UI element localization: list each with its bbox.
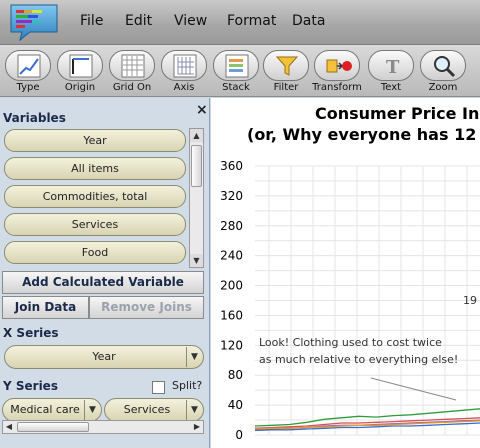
tool-transform[interactable]: Transform [312, 47, 362, 95]
tool-grid-on[interactable]: Grid On [107, 47, 157, 95]
app-window: File Edit View Format Data Type Origin G… [0, 0, 480, 448]
scroll-down-icon[interactable]: ▼ [190, 254, 203, 267]
menu-view[interactable]: View [174, 13, 207, 29]
text-icon: T [386, 57, 400, 78]
tool-text[interactable]: T Text [366, 47, 416, 95]
y-series-scrollbar[interactable]: ◀ ▶ [2, 420, 204, 434]
variables-panel: Variables × Year All items Commodities, … [0, 98, 210, 448]
grid-on-label: Grid On [112, 82, 152, 93]
y-series-value: Services [123, 403, 171, 416]
chevron-down-icon[interactable]: ▼ [186, 400, 202, 420]
tool-filter[interactable]: Filter [261, 47, 311, 95]
split-checkbox[interactable] [152, 381, 165, 394]
y-series-value: Medical care [10, 403, 80, 416]
annotation-line-2: as much relative to everything else! [259, 353, 459, 366]
line-chart-icon [17, 54, 41, 78]
scroll-thumb[interactable] [191, 145, 202, 187]
remove-joins-button[interactable]: Remove Joins [89, 296, 204, 319]
transform-button[interactable] [314, 50, 360, 81]
y-series-select[interactable]: Services ▼ [104, 398, 204, 422]
tool-zoom[interactable]: Zoom [418, 47, 468, 95]
origin-label: Origin [64, 82, 96, 93]
y-tick-label: 160 [220, 308, 243, 322]
y-tick-label: 40 [228, 398, 243, 412]
tool-type[interactable]: Type [3, 47, 53, 95]
chart-plot: 0 40 80 120 160 200 240 280 320 360 [220, 159, 480, 442]
grid-on-button[interactable] [109, 50, 155, 81]
y-tick-label: 240 [220, 249, 243, 263]
variables-title: Variables [3, 111, 66, 125]
app-logo-icon[interactable] [8, 2, 60, 42]
transform-icon [326, 59, 352, 73]
transform-label: Transform [312, 82, 362, 93]
origin-button[interactable] [57, 50, 103, 81]
filter-label: Filter [273, 82, 299, 93]
text-button[interactable]: T [368, 50, 414, 81]
scroll-thumb[interactable] [17, 422, 89, 432]
y-tick-label: 280 [220, 219, 243, 233]
filter-icon [275, 56, 299, 76]
axis-button[interactable] [161, 50, 207, 81]
variable-item[interactable]: Year [4, 129, 186, 152]
add-calculated-variable-button[interactable]: Add Calculated Variable [2, 271, 204, 294]
variables-scrollbar[interactable]: ▲ ▼ [189, 128, 204, 268]
scroll-up-icon[interactable]: ▲ [190, 129, 203, 142]
grid-on-icon [121, 54, 145, 78]
tool-axis[interactable]: Axis [159, 47, 209, 95]
chevron-down-icon[interactable]: ▼ [84, 400, 100, 420]
chart-area: 0 40 80 120 160 200 240 280 320 360 Consumer Pric… [211, 98, 480, 448]
scroll-right-icon[interactable]: ▶ [191, 421, 203, 433]
x-series-value: Year [92, 350, 116, 363]
toolbar: Type Origin Grid On Axis Stack Filter Tr… [0, 45, 480, 97]
filter-button[interactable] [263, 50, 309, 81]
svg-text:T: T [386, 57, 400, 78]
y-series-title: Y Series [3, 379, 58, 393]
join-data-button[interactable]: Join Data [2, 296, 89, 319]
stack-button[interactable] [213, 50, 259, 81]
partial-year-label: 19 [463, 294, 477, 307]
type-button[interactable] [5, 50, 51, 81]
stack-icon [225, 54, 249, 78]
variable-item[interactable]: All items [4, 157, 186, 180]
zoom-button[interactable] [420, 50, 466, 81]
chevron-down-icon[interactable]: ▼ [186, 347, 202, 367]
y-tick-label: 200 [220, 279, 243, 293]
variable-item[interactable]: Commodities, total [4, 185, 186, 208]
split-label: Split? [172, 379, 203, 392]
zoom-label: Zoom [428, 82, 458, 93]
zoom-icon [434, 56, 456, 78]
menu-edit[interactable]: Edit [125, 13, 152, 29]
tool-stack[interactable]: Stack [211, 47, 261, 95]
menu-file[interactable]: File [80, 13, 103, 29]
origin-icon [69, 54, 93, 78]
menu-bar: File Edit View Format Data [0, 0, 480, 45]
text-label: Text [380, 82, 402, 93]
y-tick-label: 320 [220, 189, 243, 203]
menu-format[interactable]: Format [227, 13, 276, 29]
annotation-pointer [370, 377, 457, 401]
y-tick-label: 0 [235, 428, 243, 442]
variable-item[interactable]: Food [4, 241, 186, 264]
x-series-select[interactable]: Year ▼ [4, 345, 204, 369]
chart-title-line-1: Consumer Price In [315, 104, 480, 123]
variable-item[interactable]: Services [4, 213, 186, 236]
type-label: Type [16, 82, 40, 93]
close-panel-icon[interactable]: × [196, 102, 208, 118]
chart-title-line-2: (or, Why everyone has 12 [247, 125, 477, 144]
x-series-title: X Series [3, 326, 59, 340]
series-line [254, 408, 480, 427]
axis-label: Axis [173, 82, 195, 93]
annotation-line-1: Look! Clothing used to cost twice [259, 336, 442, 349]
y-tick-label: 80 [228, 368, 243, 382]
tool-origin[interactable]: Origin [55, 47, 105, 95]
scroll-left-icon[interactable]: ◀ [3, 421, 15, 433]
axis-icon [173, 54, 197, 78]
y-tick-label: 360 [220, 159, 243, 173]
variables-list: Year All items Commodities, total Servic… [0, 126, 206, 268]
chart-annotation[interactable]: Look! Clothing used to cost twice as muc… [259, 334, 469, 368]
menu-data[interactable]: Data [292, 13, 325, 29]
y-series-select[interactable]: Medical care ▼ [2, 398, 102, 422]
y-tick-label: 120 [220, 338, 243, 352]
